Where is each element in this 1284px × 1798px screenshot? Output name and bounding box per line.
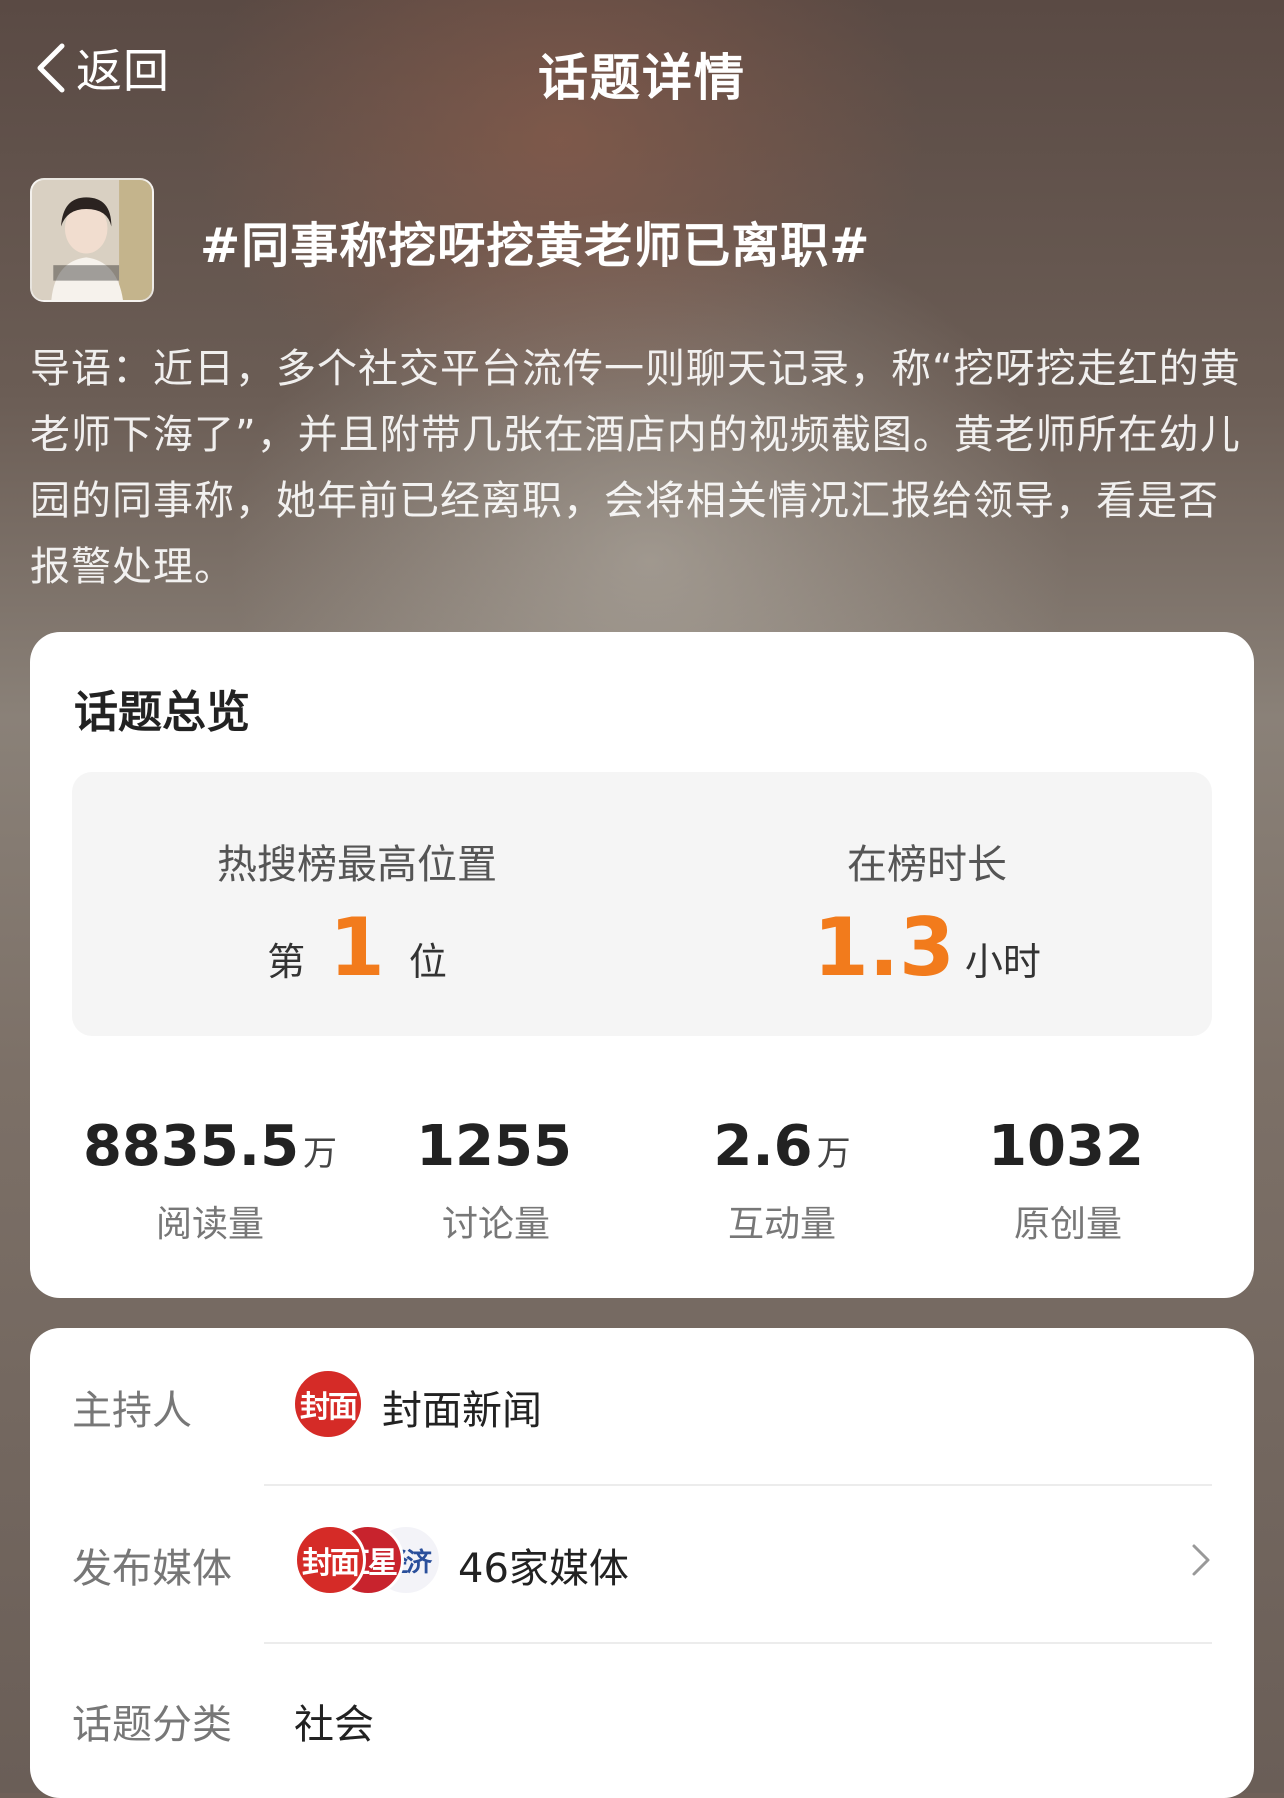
- stat-reads: 8835.5 万 阅读量: [60, 1112, 360, 1247]
- highest-rank-label: 热搜榜最高位置: [217, 842, 497, 888]
- chevron-right-icon: [1192, 1544, 1210, 1576]
- stat-unit: 万: [303, 1134, 338, 1174]
- stats-row: 8835.5 万 阅读量 1255 讨论量 2.6 万 互动量 1032 原创量: [30, 1112, 1254, 1252]
- rank-value: 1: [329, 901, 385, 994]
- topic-title: #同事称挖呀挖黄老师已离职#: [200, 218, 871, 274]
- duration-unit: 小时: [964, 940, 1041, 984]
- topic-thumbnail[interactable]: [30, 178, 154, 302]
- media-row[interactable]: 发布媒体 经济 红星 封面 46家媒体: [72, 1486, 1212, 1642]
- rank-suffix: 位: [408, 940, 447, 984]
- info-card: 主持人 封面 封面新闻 发布媒体 经济 红星 封面 46家媒体 话题分类 社会: [30, 1328, 1254, 1798]
- time-on-list: 在榜时长 1.3 小时: [642, 772, 1212, 1036]
- overview-title: 话题总览: [74, 687, 250, 738]
- stat-discussions: 1255 讨论量: [346, 1112, 646, 1247]
- page-title: 话题详情: [538, 49, 746, 107]
- media-logo-icon: 封面: [294, 1524, 366, 1596]
- host-row[interactable]: 主持人 封面 封面新闻: [72, 1328, 1212, 1484]
- category-label: 话题分类: [72, 1702, 232, 1748]
- top-bar: 返回 话题详情: [0, 0, 1284, 140]
- topic-intro: 导语：近日，多个社交平台流传一则聊天记录，称“挖呀挖走红的黄老师下海了”，并且附…: [30, 346, 1241, 590]
- stat-unit: 万: [816, 1134, 851, 1174]
- stat-label: 阅读量: [155, 1204, 264, 1245]
- stat-interactions: 2.6 万 互动量: [632, 1112, 932, 1247]
- stat-value: 1255: [416, 1114, 572, 1179]
- stat-label: 互动量: [727, 1204, 836, 1245]
- host-label: 主持人: [72, 1388, 192, 1434]
- thumbnail-image: [32, 180, 152, 300]
- overview-card: 话题总览 热搜榜最高位置 第 1 位 在榜时长 1.3 小时 8835.5 万 阅…: [30, 632, 1254, 1298]
- highest-rank: 热搜榜最高位置 第 1 位: [72, 772, 642, 1036]
- stat-value: 2.6: [713, 1114, 813, 1179]
- media-count: 46家媒体: [458, 1546, 629, 1592]
- category-value[interactable]: 社会: [294, 1692, 374, 1750]
- category-row: 话题分类 社会: [72, 1642, 1212, 1798]
- time-on-list-label: 在榜时长: [847, 842, 1007, 888]
- host-logo-icon: 封面: [292, 1368, 364, 1440]
- stat-originals: 1032 原创量: [918, 1112, 1218, 1247]
- stat-value: 1032: [988, 1114, 1144, 1179]
- topic-header: #同事称挖呀挖黄老师已离职#: [30, 178, 1260, 302]
- stat-label: 讨论量: [441, 1204, 550, 1245]
- stat-label: 原创量: [1013, 1204, 1122, 1245]
- duration-value: 1.3: [813, 901, 955, 994]
- media-label: 发布媒体: [72, 1546, 232, 1592]
- rank-prefix: 第: [267, 940, 306, 984]
- ranking-box: 热搜榜最高位置 第 1 位 在榜时长 1.3 小时: [72, 772, 1212, 1036]
- host-name: 封面新闻: [382, 1388, 542, 1434]
- stat-value: 8835.5: [82, 1114, 300, 1179]
